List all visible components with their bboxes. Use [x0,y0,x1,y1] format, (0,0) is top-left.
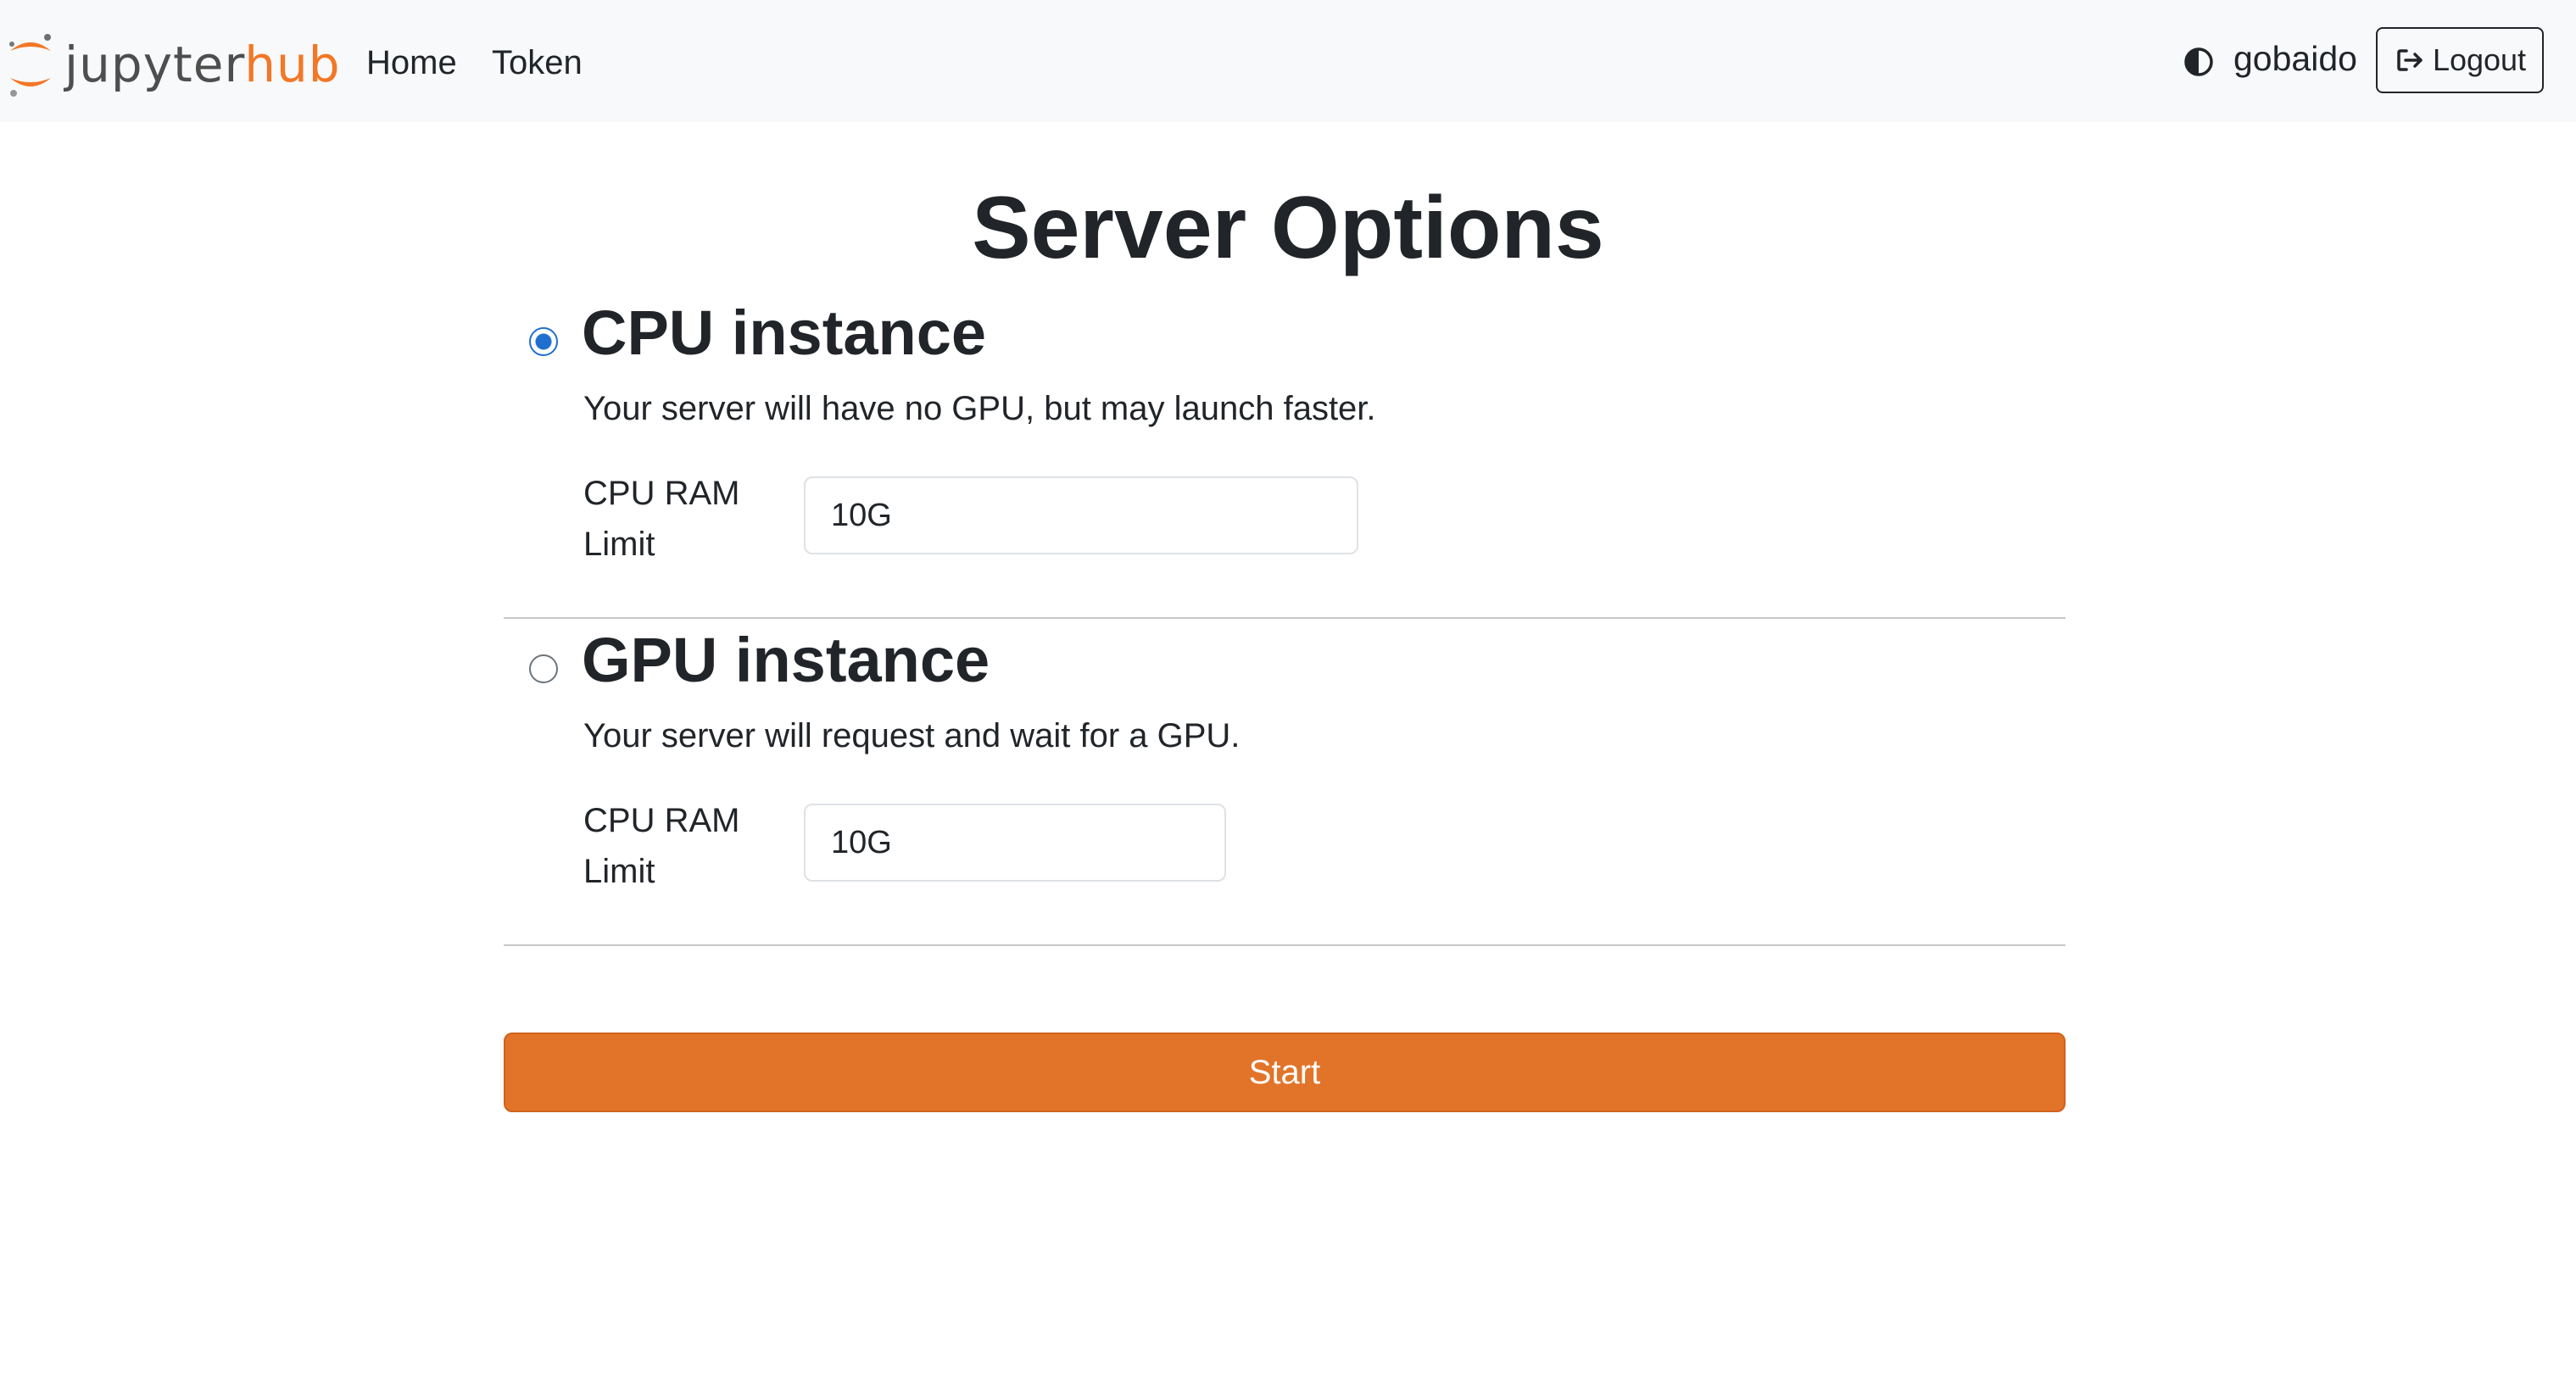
logo-text-jupyter: jupyter [64,36,245,93]
logout-icon [2397,49,2423,71]
jupyter-logo-icon [9,34,51,97]
page-title: Server Options [972,179,1604,277]
logo-text-hub: hub [244,36,341,93]
cpu-instance-radio[interactable] [529,327,558,356]
cpu-instance-title: CPU instance [582,298,987,368]
start-button[interactable]: Start [504,1033,2066,1112]
username: gobaido [2233,39,2357,78]
gpu-ram-limit-label: CPU RAM Limit [583,795,753,897]
option-divider [504,617,2066,619]
logo-text: jupyterhub [64,40,341,89]
cpu-ram-limit-label-line2: Limit [583,526,655,563]
nav-link-token[interactable]: Token [492,41,583,85]
logout-label: Logout [2432,42,2527,77]
cpu-instance-ram-limit-input[interactable] [804,476,1358,554]
gpu-instance-radio[interactable] [529,654,558,683]
gpu-instance-ram-limit-input[interactable] [804,804,1226,882]
option-divider [504,944,2066,946]
cpu-ram-limit-label: CPU RAM Limit [583,468,753,570]
cpu-ram-limit-label-line1: CPU RAM [583,475,740,512]
nav-link-home[interactable]: Home [366,41,457,85]
logout-button[interactable]: Logout [2376,27,2544,93]
gpu-ram-limit-label-line2: Limit [583,853,655,890]
gpu-instance-title: GPU instance [582,625,990,695]
navbar: jupyterhub Home Token gobaido Logout [0,0,2576,122]
cpu-instance-description: Your server will have no GPU, but may la… [583,390,1376,427]
gpu-instance-description: Your server will request and wait for a … [583,717,1241,754]
jupyterhub-logo[interactable]: jupyterhub [5,31,341,98]
gpu-ram-limit-label-line1: CPU RAM [583,802,740,839]
contrast-icon[interactable] [2183,46,2215,78]
